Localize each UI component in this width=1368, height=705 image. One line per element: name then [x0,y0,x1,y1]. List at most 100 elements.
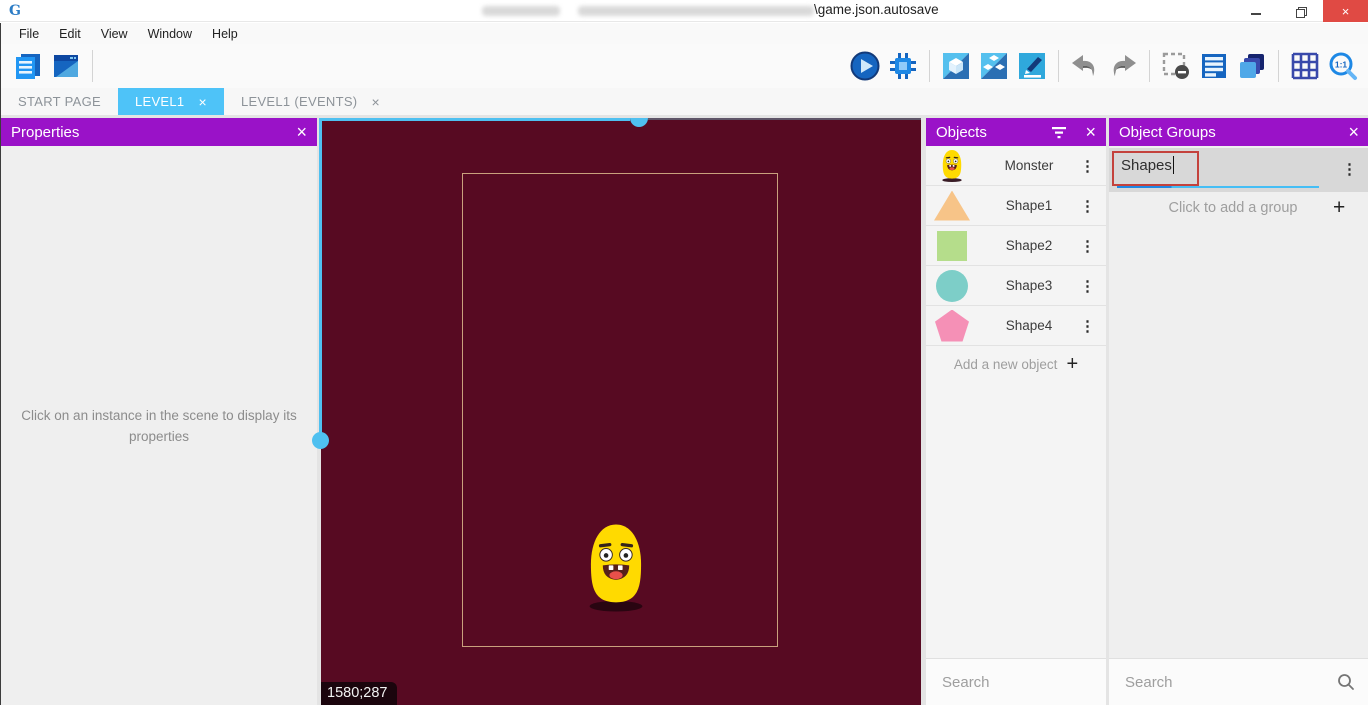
objects-list-button[interactable] [977,50,1011,82]
object-row-monster[interactable]: Monster ⋮ [926,146,1106,186]
svg-text:1:1: 1:1 [1335,60,1348,70]
object-groups-panel: Object Groups × Shapes ⋮ Click to add a … [1109,118,1368,705]
menu-view[interactable]: View [91,23,138,44]
objects-icon [979,51,1009,81]
add-group-row[interactable]: Click to add a group + [1109,192,1368,224]
panel-title: Objects [936,124,1049,141]
undo-button[interactable] [1068,50,1102,82]
grid-button[interactable] [1288,50,1322,82]
layers-button[interactable] [1235,50,1269,82]
add-group-label: Click to add a group [1109,200,1333,216]
add-object-label: Add a new object [954,357,1058,372]
scene-top-resize-handle[interactable] [630,118,648,127]
scene-top-edge-line [648,118,921,120]
plus-icon: + [1066,353,1078,376]
groups-search-input[interactable] [1109,674,1337,691]
menu-edit[interactable]: Edit [49,23,91,44]
minimize-button[interactable] [1233,0,1278,22]
square-icon [937,231,967,261]
toolbar: 1:1 [0,44,1368,88]
start-page-icon [51,51,81,81]
close-icon[interactable]: × [1085,123,1096,141]
start-page-button[interactable] [49,50,83,82]
object-menu-icon[interactable]: ⋮ [1080,277,1106,295]
restore-button[interactable] [1278,0,1323,22]
main-area: Properties × Click on an instance in the… [0,115,1368,705]
tab-close-icon[interactable]: × [371,94,379,110]
gdevelop-window: G \game.json.autosave × File Edit View W… [0,0,1368,705]
properties-body: Click on an instance in the scene to dis… [1,146,317,705]
undo-icon [1069,52,1101,80]
filter-icon[interactable] [1049,124,1069,140]
annotation-highlight-box [1112,151,1199,186]
debug-button[interactable] [886,50,920,82]
object-name: Shape2 [978,238,1080,253]
monster-instance[interactable] [583,518,649,618]
cursor-coordinates: 1580;287 [321,682,397,705]
group-name-row: Shapes ⋮ [1109,148,1368,192]
menu-help[interactable]: Help [202,23,248,44]
instances-list-icon [1199,51,1229,81]
tab-level1-events[interactable]: LEVEL1 (EVENTS) × [224,88,397,115]
object-menu-icon[interactable]: ⋮ [1080,157,1106,175]
close-icon[interactable]: × [296,123,307,141]
grid-icon [1291,52,1319,80]
monster-icon [926,149,978,183]
close-icon[interactable]: × [1348,123,1359,141]
tab-level1[interactable]: LEVEL1 × [118,88,224,115]
menu-file[interactable]: File [9,23,49,44]
scene-top-resize-line[interactable] [321,118,630,121]
close-button[interactable]: × [1323,0,1368,22]
plus-icon: + [1333,196,1368,220]
instances-list-button[interactable] [1197,50,1231,82]
scene-left-resize-handle[interactable] [312,432,329,449]
tab-close-icon[interactable]: × [198,94,206,110]
tab-start-page[interactable]: START PAGE [1,88,118,115]
circle-icon [936,270,968,302]
scene-editor-canvas[interactable]: 1580;287 [321,118,921,705]
object-row-shape4[interactable]: Shape4 ⋮ [926,306,1106,346]
object-menu-icon[interactable]: ⋮ [1080,197,1106,215]
restore-icon [1296,7,1305,16]
add-object-button[interactable] [939,50,973,82]
toolbar-right-group: 1:1 [846,48,1362,84]
edit-scene-button[interactable] [1015,50,1049,82]
add-object-row[interactable]: Add a new object + [926,346,1106,382]
minimize-icon [1251,13,1261,15]
project-manager-button[interactable] [11,50,45,82]
scene-left-resize-line[interactable] [319,118,322,438]
title-bar: G \game.json.autosave × [0,0,1368,22]
object-row-shape2[interactable]: Shape2 ⋮ [926,226,1106,266]
redo-button[interactable] [1106,50,1140,82]
objects-list: Monster ⋮ Shape1 ⋮ Shape2 ⋮ Shape3 ⋮ [926,146,1106,382]
debugger-icon [888,51,918,81]
window-controls: × [1233,0,1368,22]
search-icon [1337,673,1355,691]
object-row-shape3[interactable]: Shape3 ⋮ [926,266,1106,306]
object-name: Monster [978,158,1080,173]
zoom-original-button[interactable]: 1:1 [1326,50,1360,82]
play-button[interactable] [848,50,882,82]
window-title: \game.json.autosave [814,2,939,17]
redacted-title-segment [578,6,814,16]
object-menu-icon[interactable]: ⋮ [1080,237,1106,255]
group-menu-icon[interactable]: ⋮ [1342,160,1357,178]
object-menu-icon[interactable]: ⋮ [1080,317,1106,335]
triangle-icon [934,191,970,221]
play-icon [850,51,880,81]
menu-window[interactable]: Window [138,23,202,44]
toolbar-divider [1149,50,1150,82]
gdevelop-logo-icon: G [9,3,25,19]
groups-search-bar [1109,658,1368,705]
tab-bar: START PAGE LEVEL1 × LEVEL1 (EVENTS) × [0,88,1368,115]
object-name: Shape3 [978,278,1080,293]
panel-title: Properties [11,124,296,141]
redo-icon [1107,52,1139,80]
deselect-instances-button[interactable] [1159,50,1193,82]
menu-bar: File Edit View Window Help [0,23,1368,44]
objects-search-bar [926,658,1106,705]
toolbar-divider [1058,50,1059,82]
object-icon [941,51,971,81]
object-row-shape1[interactable]: Shape1 ⋮ [926,186,1106,226]
object-name: Shape4 [978,318,1080,333]
